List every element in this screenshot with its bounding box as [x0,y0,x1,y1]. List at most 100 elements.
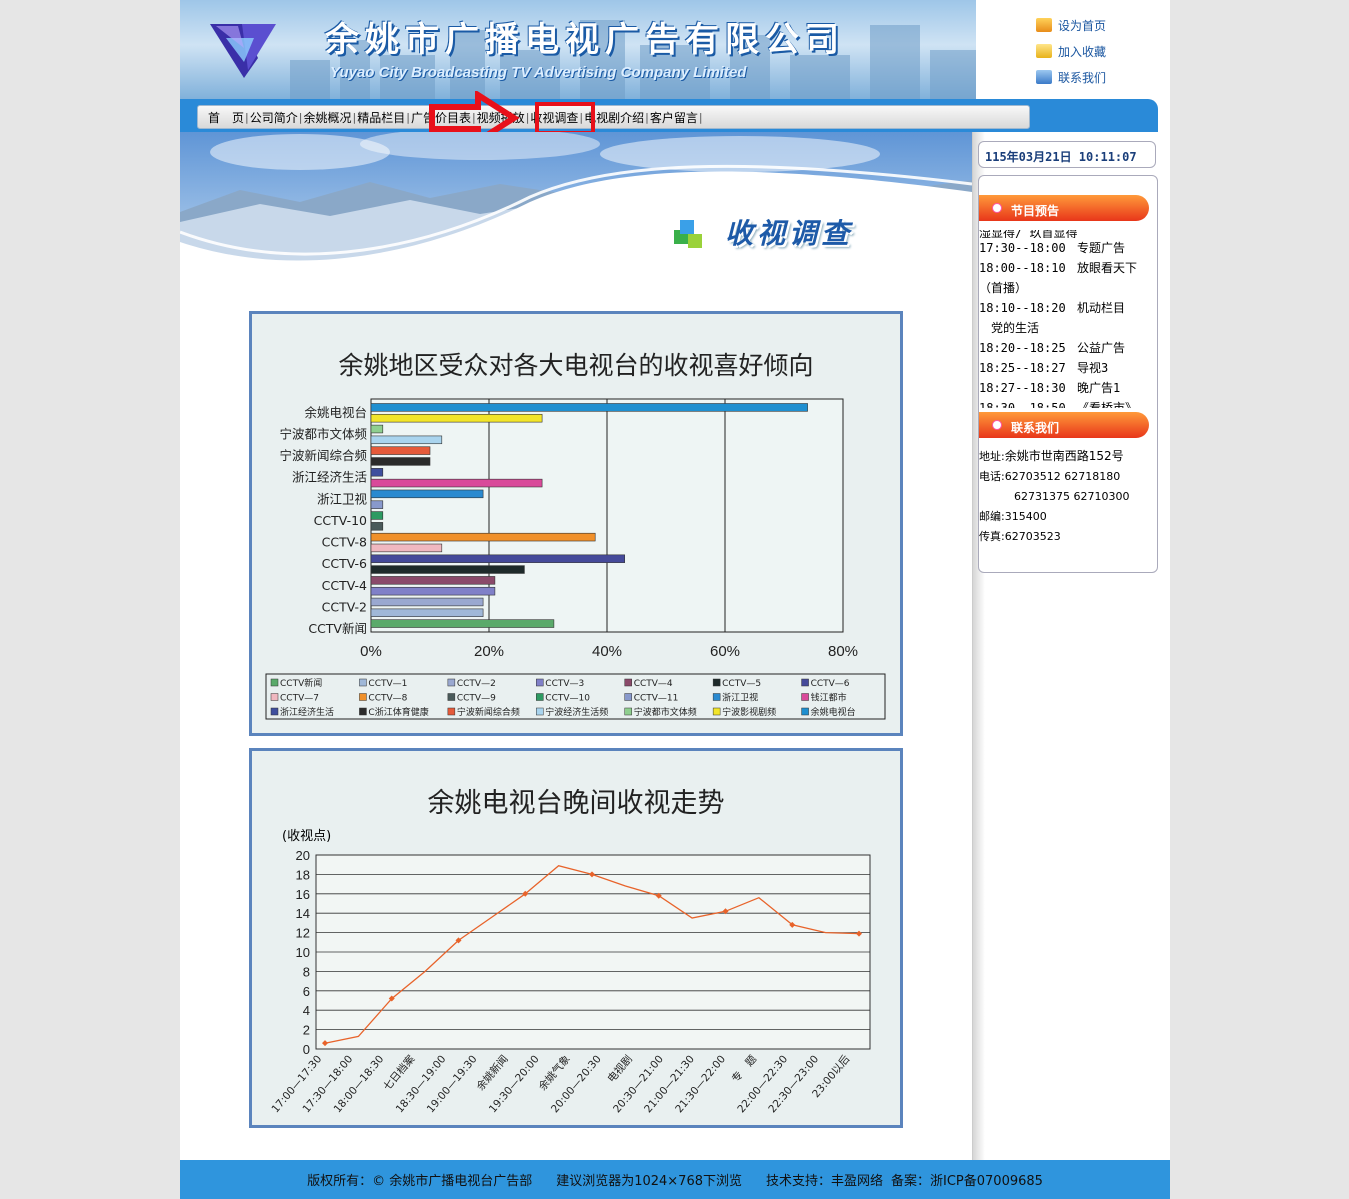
contact-phone-2: 62731375 62710300 [1014,490,1130,503]
legend-label: 宁波影视剧频 [722,706,776,718]
bar [370,565,525,574]
legend-label: CCTV—10 [545,694,590,704]
legend-label: CCTV—2 [457,679,496,689]
legend-label: 浙江卫视 [722,692,758,704]
company-title-en: Yuyao City Broadcasting TV Advertising C… [330,64,747,81]
y-tick-label: 10 [296,945,310,960]
legend-label: CCTV—4 [634,679,673,689]
y-category-label: CCTV新闻 [308,621,367,636]
footer-support[interactable]: 技术支持：丰盈网络 [766,1170,883,1189]
bar [370,500,384,509]
section-banner: 收视调查 [180,132,972,272]
legend-swatch [624,707,632,716]
line-chart-plot: 0246810121416182017:00—17:3017:30—18:001… [269,848,871,1115]
contact-us-label: 联系我们 [1058,70,1107,85]
bullet-icon [992,420,1002,430]
nav-company-intro[interactable]: 公司简介 [250,109,298,126]
y-tick-label: 20 [296,848,310,863]
legend-swatch [624,693,632,701]
add-favorite-link[interactable]: 加入收藏 [1036,38,1156,64]
sidebar-panel: 节目预告 湿显得/ 玖首显得 17:30--18:00 专题广告 18:00--1… [978,175,1158,573]
bar [370,446,431,455]
legend-swatch [801,693,809,701]
date-time-clock: 115年03月21日 10:11:07 [978,141,1156,168]
preference-bar-chart: 余姚地区受众对各大电视台的收视喜好倾向 0% 20% 40% 60% 80% 余姚电视台宁… [249,311,903,736]
contact-phone: 电话:62703512 62718180 [979,470,1121,483]
company-logo [210,24,276,78]
footer: 版权所有：© 余姚市广播电视台广告部 建议浏览器为1024×768下浏览 技术支… [180,1160,1170,1199]
legend-swatch [712,707,721,716]
bar [370,468,384,477]
legend-swatch [536,693,544,701]
legend-swatch [801,678,809,687]
y-category-label: CCTV-8 [322,535,367,550]
nav-separator: | [645,110,649,124]
nav-separator: | [698,110,703,124]
bar [370,478,543,488]
legend-swatch [270,693,279,701]
contact-header: 联系我们 [979,412,1149,438]
y-category-label: 浙江卫视 [317,491,368,506]
legend-swatch [536,678,544,687]
program-row: （首播） [979,281,1028,295]
right-sidebar: 115年03月21日 10:11:07 节目预告 湿显得/ 玖首显得 17:30… [973,132,1170,1160]
legend-swatch [712,678,721,687]
legend-label: 钱江都市 [811,692,847,704]
program-preview-header: 节目预告 [979,195,1149,221]
program-row: 18:10--18:20 机动栏目 [979,301,1126,315]
footer-browser-note: 建议浏览器为1024×768下浏览 [556,1174,742,1189]
program-row: 18:30--18:50 《看桥市》 [979,401,1138,408]
bar [370,511,384,520]
bar [370,608,484,617]
y-category-label: CCTV-2 [322,599,367,614]
program-row: 18:00--18:10 放眼看天下 [979,261,1138,275]
y-category-label: CCTV-6 [322,556,367,571]
x-tick-label: 40% [592,643,622,660]
program-list: 湿显得/ 玖首显得 17:30--18:00 专题广告 18:00--18:10 放… [979,230,1155,408]
legend-label: CCTV—11 [634,694,679,704]
legend-swatch [270,678,279,687]
bar [370,586,496,596]
nav-home[interactable]: 首 页 [208,109,244,126]
top-links: 设为首页 加入收藏 联系我们 [1036,12,1156,90]
legend-label: CCTV—8 [368,694,407,704]
legend-label: 余姚电视台 [811,706,856,718]
nav-yuyao-overview[interactable]: 余姚概况 [303,109,351,126]
nav-separator: | [406,110,410,124]
program-preview-title: 节目预告 [1011,204,1060,218]
x-tick-label: 专 题 [729,1052,760,1085]
legend-label: 浙江经济生活 [280,706,334,718]
nav-separator: | [525,110,530,124]
contact-us-link[interactable]: 联系我们 [1036,64,1156,90]
bar [370,489,484,499]
evening-trend-line-chart: 余姚电视台晚间收视走势 (收视点) 0 2 4 6 8 10 12 14 16 18 20 17:00… [249,748,903,1128]
program-row-partial: 湿显得/ 玖首显得 [979,230,1078,238]
bar [370,543,443,553]
legend-label: CCTV—1 [368,679,407,689]
legend-swatch [270,707,279,716]
bar [370,424,384,434]
nav-customer-messages[interactable]: 客户留言 [650,109,698,126]
x-tick-label: 0% [360,643,382,660]
nav-featured-programs[interactable]: 精品栏目 [357,109,405,126]
program-row: 17:30--18:00 专题广告 [979,241,1126,255]
contact-zip: 邮编:315400 [979,510,1047,523]
x-tick-label: 电视剧 [605,1053,635,1085]
page-wrapper: 余姚市广播电视广告有限公司 Yuyao City Broadcasting TV… [180,0,1170,1199]
y-tick-label: 16 [296,887,310,902]
legend-swatch [359,693,367,701]
contact-icon [1036,70,1052,84]
y-tick-label: 8 [303,964,310,979]
footer-icp[interactable]: 备案：浙ICP备07009685 [891,1170,1043,1189]
contact-info: 地址:余姚市世南西路152号 电话:62703512 62718180 6273… [979,446,1155,547]
legend-swatch [447,678,456,687]
program-row: 18:25--18:27 导视3 [979,361,1109,375]
set-homepage-link[interactable]: 设为首页 [1036,12,1156,38]
bar [370,522,384,531]
program-row: 18:27--18:30 晚广告1 [979,381,1121,395]
y-category-label: CCTV-4 [322,578,367,593]
bar [370,403,808,412]
legend-swatch [359,707,367,716]
bar [370,435,443,445]
y-category-label: 宁波都市文体频 [279,426,367,441]
